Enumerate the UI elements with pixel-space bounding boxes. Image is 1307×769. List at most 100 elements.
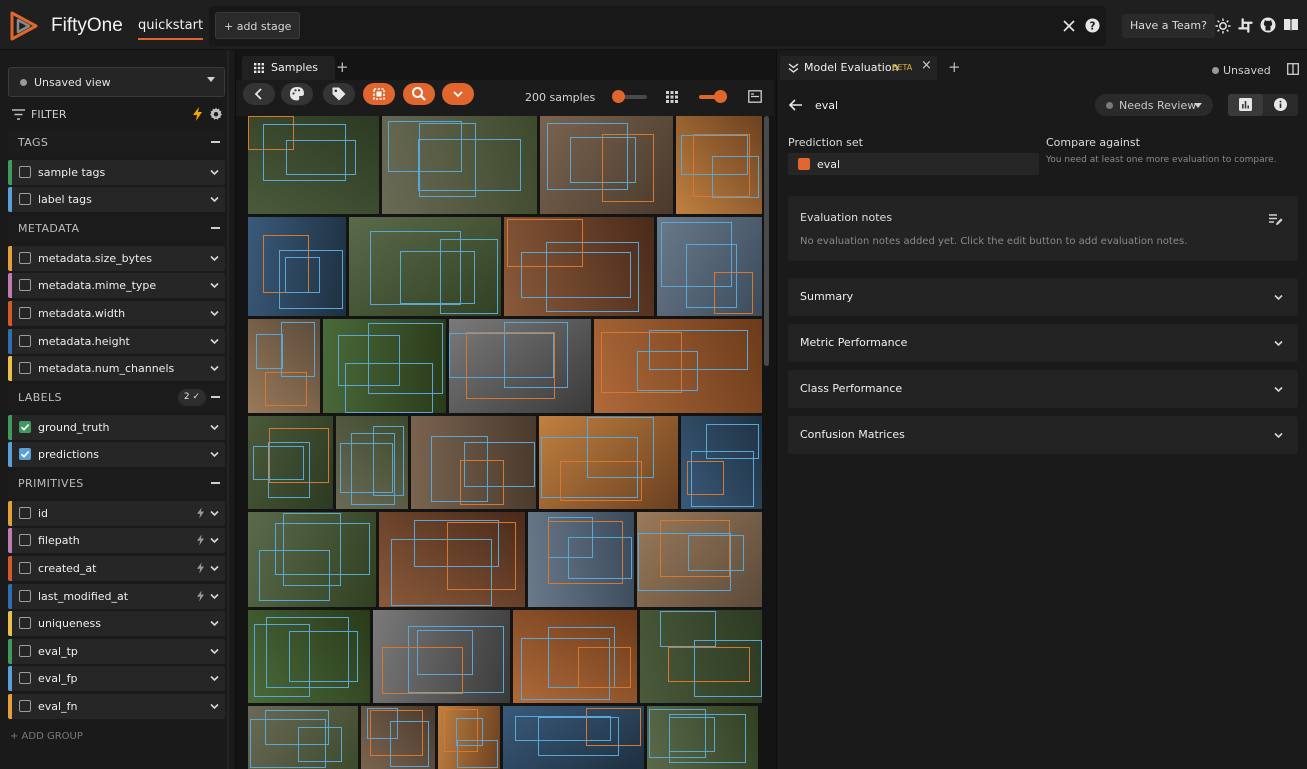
chevron-down-icon[interactable] [209,591,220,605]
field-checkbox[interactable] [19,617,31,629]
chevron-down-icon[interactable] [209,280,220,294]
lightning-icon[interactable] [193,107,202,121]
field-checkbox[interactable] [19,590,31,602]
chevron-down-icon[interactable] [209,336,220,350]
chevron-down-icon[interactable] [209,535,220,549]
field-checkbox[interactable] [19,252,31,264]
sample-thumbnail[interactable] [640,610,762,703]
accordion-section[interactable]: Metric Performance [788,324,1298,362]
sample-thumbnail[interactable] [647,706,758,769]
field-checkbox[interactable] [19,507,31,519]
sample-thumbnail[interactable] [513,610,637,703]
sample-thumbnail[interactable] [248,512,376,607]
close-tab-icon[interactable]: × [921,58,932,73]
review-status-select[interactable]: Needs Review [1095,94,1213,116]
section-metadata[interactable]: METADATA [8,216,225,242]
field-row[interactable]: created_at [8,556,225,581]
theme-toggle-icon[interactable] [1215,18,1231,34]
field-checkbox[interactable] [19,166,31,178]
have-a-team-button[interactable]: Have a Team? [1122,14,1215,38]
sample-thumbnail[interactable] [657,217,762,316]
field-checkbox[interactable] [19,645,31,657]
slack-icon[interactable] [1238,18,1253,33]
field-row[interactable]: metadata.width [8,301,225,326]
tab-samples[interactable]: Samples [242,56,335,80]
field-row[interactable]: eval_fp [8,666,225,691]
field-row[interactable]: sample tags [8,160,225,185]
sample-thumbnail[interactable] [504,217,654,316]
field-row[interactable]: label tags [8,187,225,212]
field-checkbox[interactable] [19,279,31,291]
field-row[interactable]: eval_fn [8,694,225,719]
sample-thumbnail[interactable] [539,416,678,509]
field-row[interactable]: metadata.size_bytes [8,246,225,271]
sample-thumbnail[interactable] [637,512,762,607]
chevron-down-icon[interactable] [209,422,220,436]
sample-thumbnail[interactable] [248,610,370,703]
info-view-button[interactable] [1263,94,1298,116]
more-actions-button[interactable] [442,83,474,105]
sample-grid[interactable] [248,116,762,769]
field-checkbox[interactable] [19,193,31,205]
field-checkbox[interactable] [19,421,31,433]
chevron-down-icon[interactable] [209,563,220,577]
section-primitives[interactable]: PRIMITIVES [8,471,225,497]
chevron-down-icon[interactable] [209,701,220,715]
sample-thumbnail[interactable] [681,416,762,509]
zoom-slider-knob[interactable] [714,90,727,103]
sample-thumbnail[interactable] [323,319,446,413]
accordion-section[interactable]: Confusion Matrices [788,416,1298,454]
sample-thumbnail[interactable] [528,512,634,607]
field-checkbox[interactable] [19,335,31,347]
collapse-icon[interactable] [211,396,220,398]
field-row[interactable]: last_modified_at [8,584,225,609]
back-arrow-icon[interactable] [789,99,803,111]
grid-scrollbar[interactable] [764,116,769,366]
gear-icon[interactable] [209,107,223,121]
field-checkbox[interactable] [19,307,31,319]
sample-thumbnail[interactable] [411,416,536,509]
chevron-down-icon[interactable] [209,508,220,522]
thumb-size-slider-knob[interactable] [612,90,625,103]
field-row[interactable]: ground_truth [8,415,225,440]
field-checkbox[interactable] [19,700,31,712]
add-group-button[interactable]: + ADD GROUP [10,731,83,742]
sample-thumbnail[interactable] [382,116,537,214]
chevron-down-icon[interactable] [209,308,220,322]
sidebar-scrollbar[interactable] [227,50,229,769]
chevron-down-icon[interactable] [209,253,220,267]
docs-book-icon[interactable] [1283,18,1299,32]
sample-thumbnail[interactable] [503,706,644,769]
clear-view-icon[interactable] [1062,19,1076,33]
color-scheme-button[interactable] [281,83,313,105]
view-bar[interactable]: + add stage ? [209,6,1106,46]
field-row[interactable]: metadata.num_channels [8,356,225,381]
field-row[interactable]: id [8,501,225,526]
sample-thumbnail[interactable] [349,217,501,316]
field-row[interactable]: filepath [8,528,225,553]
saved-view-select[interactable]: Unsaved view [8,67,225,97]
github-icon[interactable] [1260,17,1276,33]
dataset-selector[interactable]: quickstart [138,18,204,40]
chevron-down-icon[interactable] [209,363,220,377]
field-checkbox[interactable] [19,534,31,546]
edit-notes-icon[interactable] [1269,213,1283,226]
section-tags[interactable]: TAGS [8,130,225,156]
tab-model-evaluation[interactable]: Model Evaluation BETA × [780,56,937,80]
sample-thumbnail[interactable] [449,319,591,413]
sample-thumbnail[interactable] [540,116,673,214]
field-checkbox[interactable] [19,562,31,574]
field-row[interactable]: metadata.height [8,329,225,354]
collapse-icon[interactable] [211,141,220,143]
collapse-icon[interactable] [211,227,220,229]
sample-thumbnail[interactable] [248,116,379,214]
chevron-down-icon[interactable] [209,646,220,660]
chevron-down-icon[interactable] [209,618,220,632]
charts-view-button[interactable] [1228,94,1263,116]
sample-thumbnail[interactable] [373,610,510,703]
prediction-set-select[interactable]: eval [788,153,1039,175]
sample-thumbnail[interactable] [248,319,320,413]
patches-button[interactable] [363,83,395,105]
grid-view-icon[interactable] [666,91,678,103]
field-row[interactable]: metadata.mime_type [8,273,225,298]
